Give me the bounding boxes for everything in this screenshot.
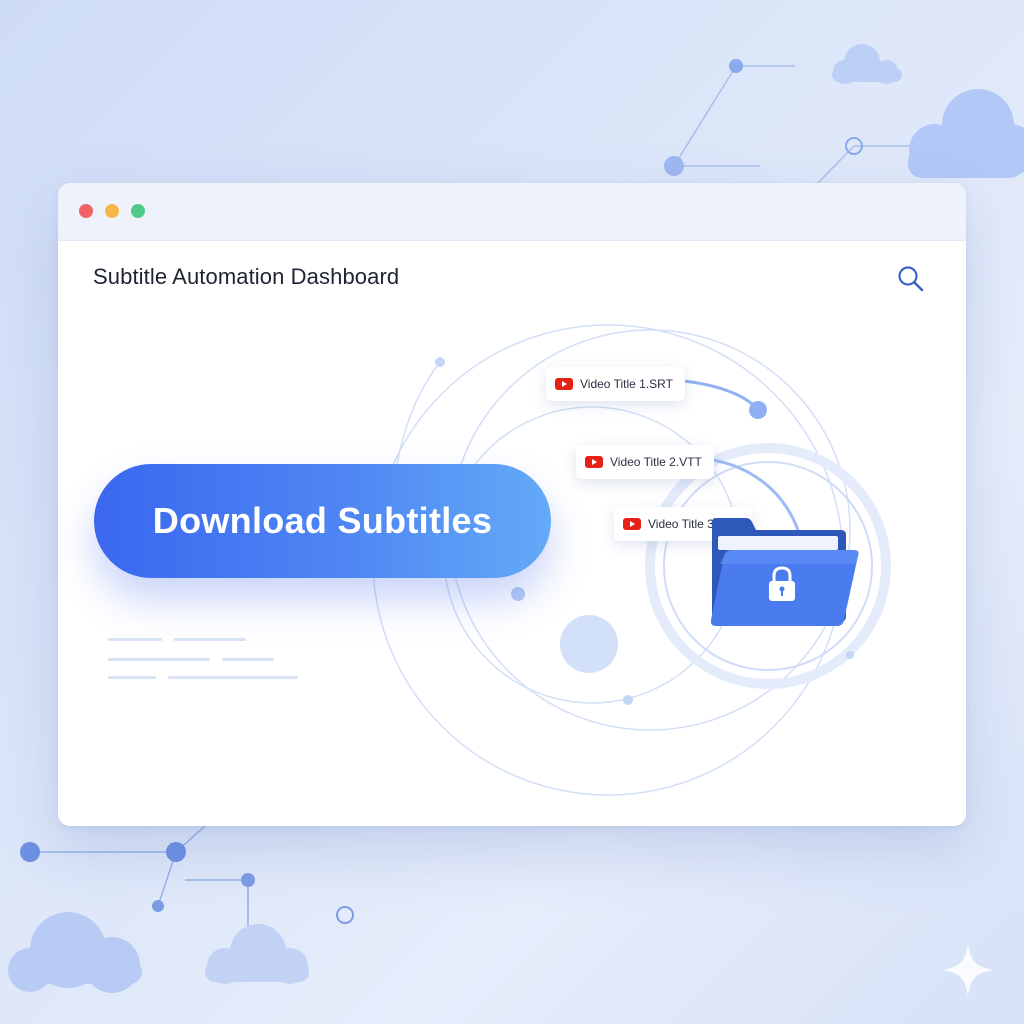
file-name: Video Title 1.SRT <box>580 377 673 391</box>
youtube-icon <box>585 456 603 468</box>
download-subtitles-label: Download Subtitles <box>152 500 493 541</box>
file-name: Video Title 2.VTT <box>610 455 702 469</box>
dashboard-window: Subtitle Automation Dashboard Download S… <box>58 183 966 826</box>
locked-folder-icon <box>710 518 859 626</box>
maximize-window-button[interactable] <box>131 204 145 218</box>
window-titlebar <box>58 183 966 241</box>
subtitle-file-vtt[interactable]: Video Title 2.VTT <box>576 445 714 479</box>
dashboard-content: Subtitle Automation Dashboard Download S… <box>58 240 966 826</box>
subtitle-file-srt[interactable]: Video Title 1.SRT <box>546 367 685 401</box>
minimize-window-button[interactable] <box>105 204 119 218</box>
youtube-icon <box>555 378 573 390</box>
search-icon <box>898 266 924 292</box>
close-window-button[interactable] <box>79 204 93 218</box>
download-subtitles-button[interactable]: Download Subtitles <box>94 464 551 578</box>
placeholder-text-lines <box>108 638 308 688</box>
page-title: Subtitle Automation Dashboard <box>93 264 400 289</box>
youtube-icon <box>623 518 641 530</box>
search-button[interactable] <box>893 261 929 297</box>
